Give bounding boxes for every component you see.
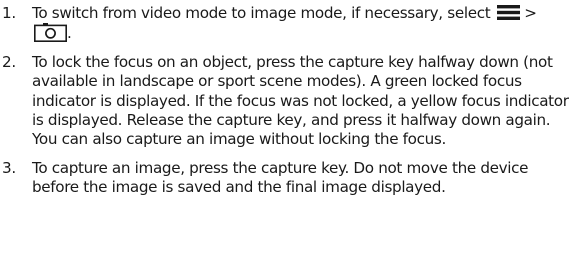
camera-icon <box>34 23 67 43</box>
step-3: 3. To capture an image, press the captur… <box>0 159 570 198</box>
instruction-list: 1. To switch from video mode to image mo… <box>0 0 570 198</box>
separator: > <box>524 4 537 22</box>
menu-icon <box>496 5 520 20</box>
step-number: 3. <box>2 158 16 177</box>
step-text: To switch from video mode to image mode,… <box>32 4 570 44</box>
step-number: 2. <box>2 52 16 71</box>
step-number: 1. <box>2 4 16 22</box>
step-text: To lock the focus on an object, press th… <box>32 52 569 149</box>
step-text-after: . <box>67 24 72 43</box>
step-2: 2. To lock the focus on an object, press… <box>0 53 570 150</box>
step-text: To capture an image, press the capture k… <box>32 158 529 197</box>
step-text-before: To switch from video mode to image mode,… <box>32 4 491 22</box>
step-1: 1. To switch from video mode to image mo… <box>0 4 570 44</box>
